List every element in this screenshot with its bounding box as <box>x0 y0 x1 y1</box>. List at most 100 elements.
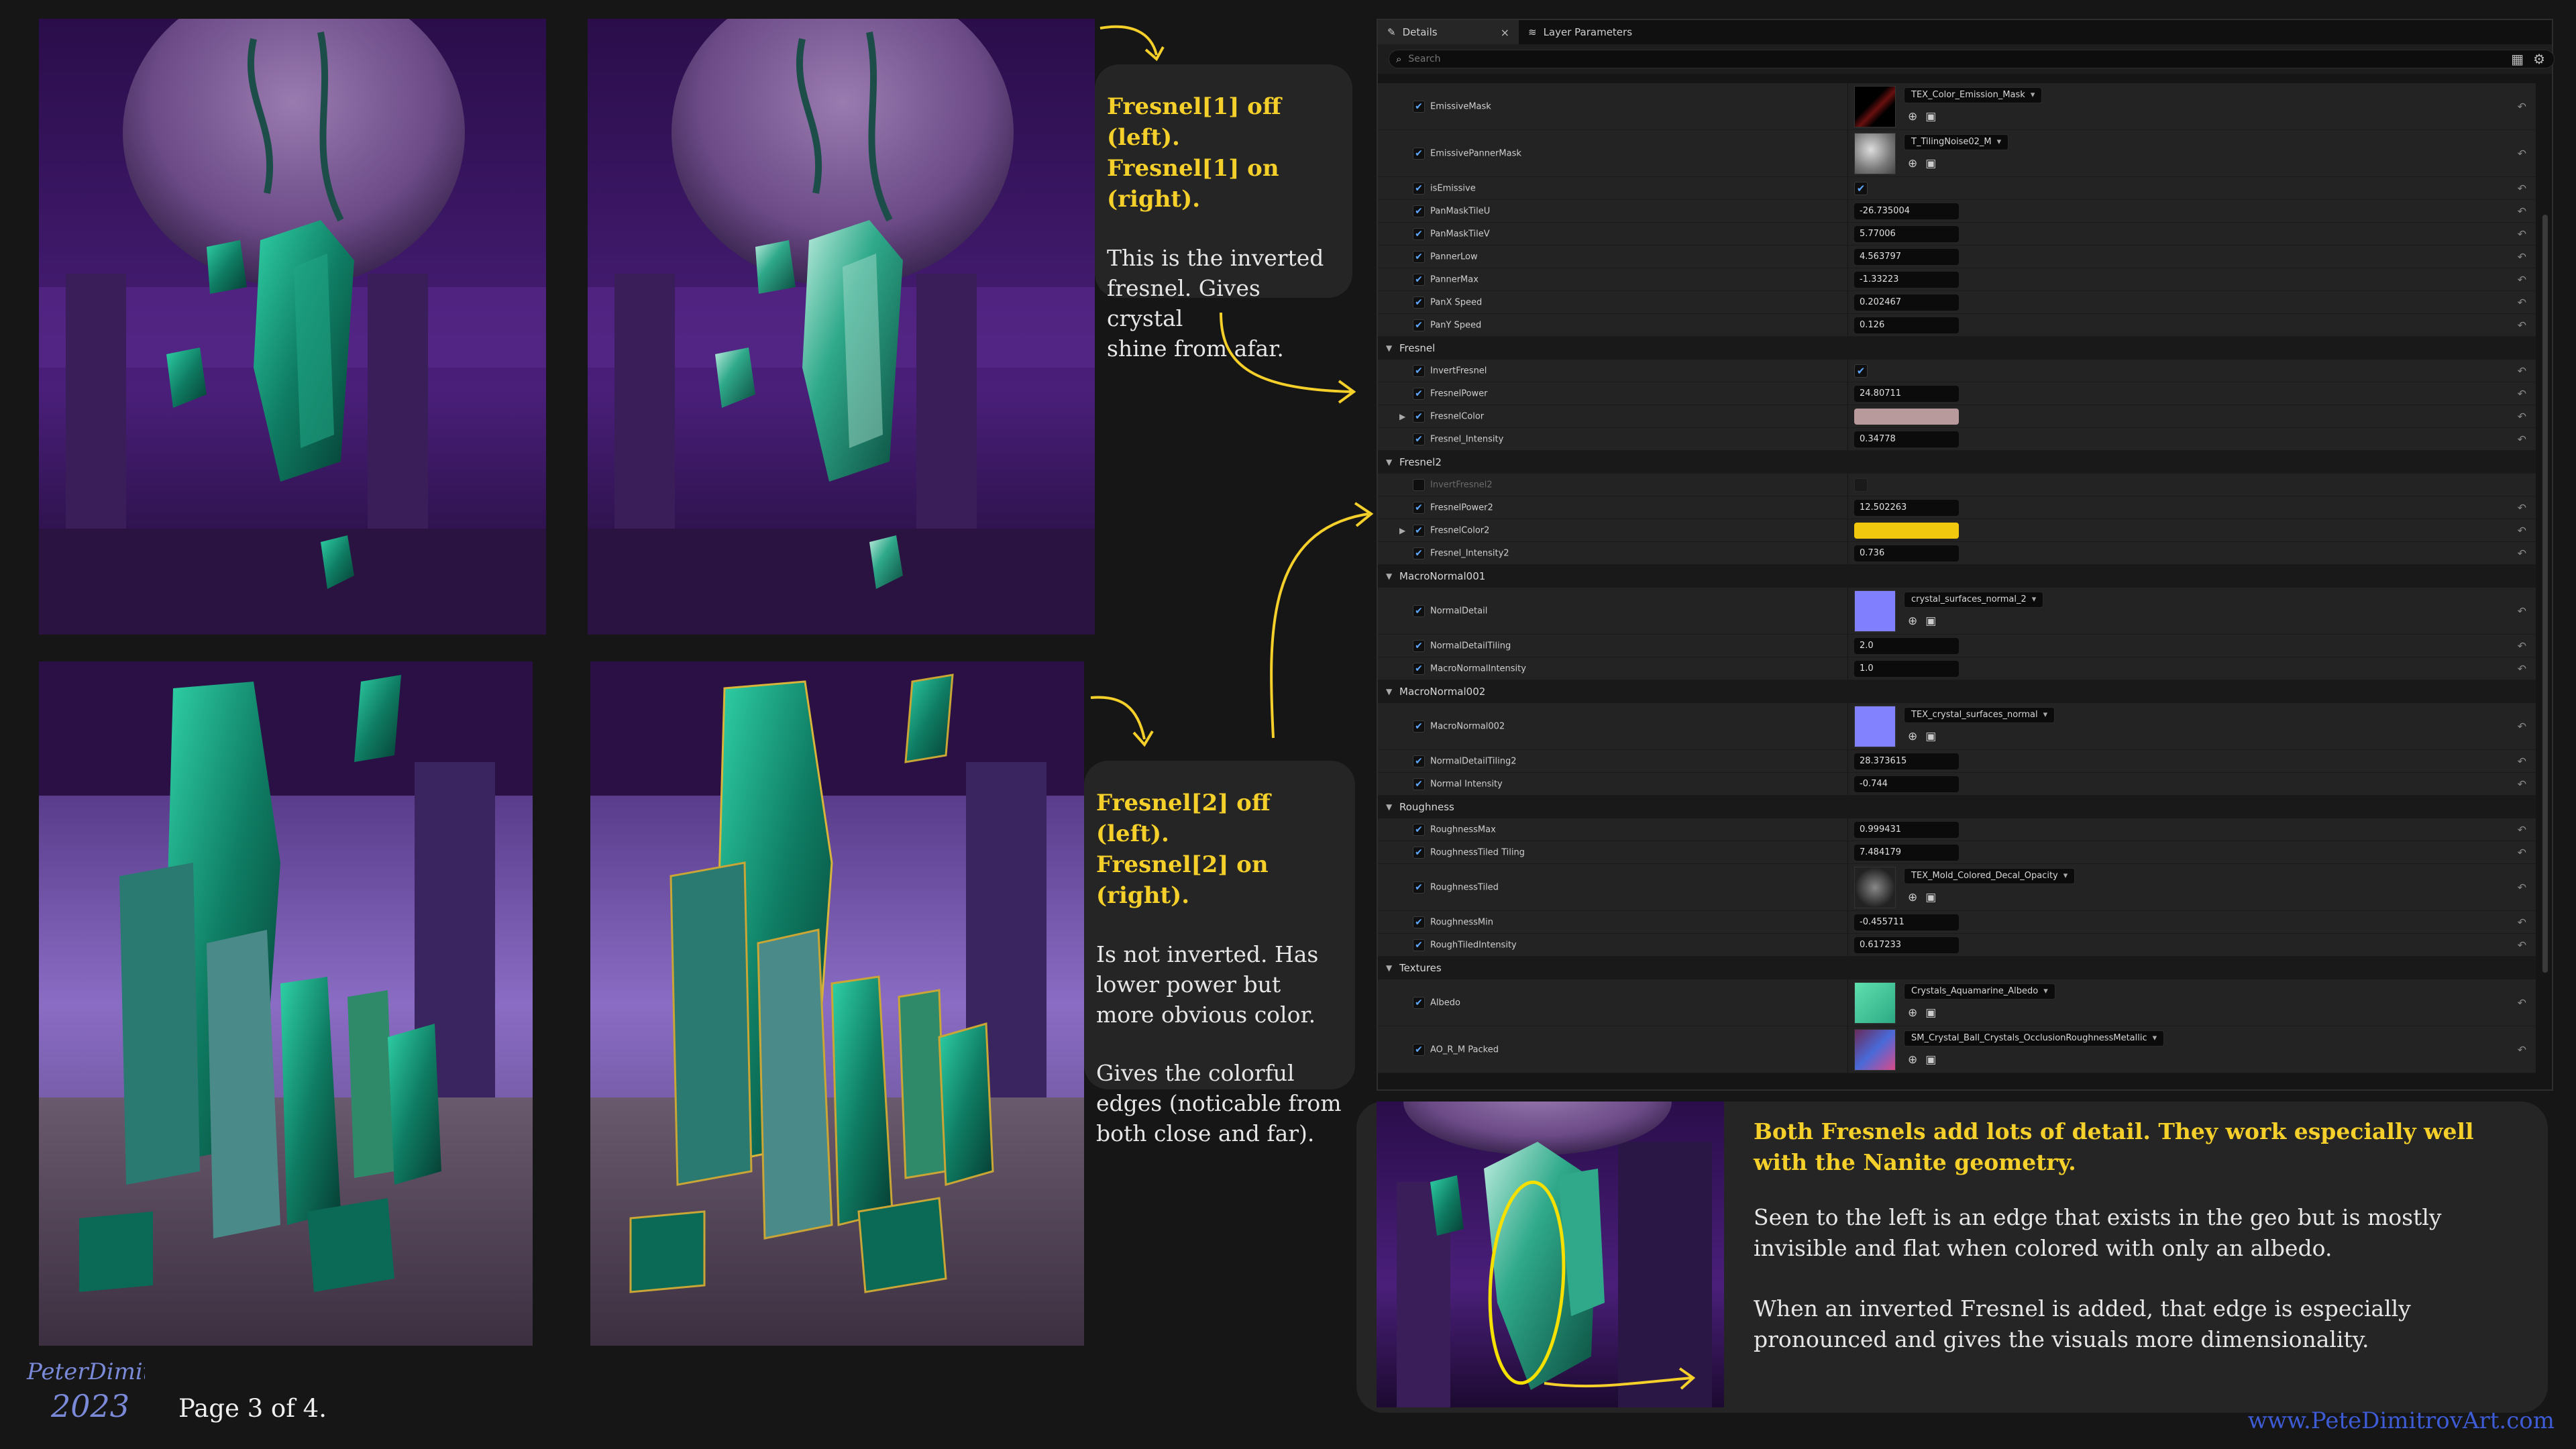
reset-arrow-icon[interactable]: ↶ <box>2518 720 2526 733</box>
override-checkbox[interactable]: ✔ <box>1413 319 1425 331</box>
value-field[interactable]: 0.202467 <box>1854 294 1959 311</box>
reset-arrow-icon[interactable]: ↶ <box>2518 364 2526 377</box>
value-field[interactable]: 0.736 <box>1854 545 1959 561</box>
override-checkbox[interactable]: ✔ <box>1413 296 1425 309</box>
value-field[interactable]: -0.744 <box>1854 775 1959 792</box>
reset-arrow-icon[interactable]: ↶ <box>2518 227 2526 240</box>
reset-arrow-icon[interactable]: ↶ <box>2518 182 2526 195</box>
expand-arrow-icon[interactable]: ▶ <box>1399 412 1405 421</box>
caret-down-icon[interactable]: ▼ <box>1386 963 1392 973</box>
caret-down-icon[interactable]: ▼ <box>1386 343 1392 353</box>
folder-icon[interactable]: ▣ <box>1925 730 1936 743</box>
override-checkbox[interactable]: ✔ <box>1413 182 1425 195</box>
asset-dropdown[interactable]: Crystals_Aquamarine_Albedo ▾ <box>1904 983 2055 1000</box>
reset-arrow-icon[interactable]: ↶ <box>2518 387 2526 400</box>
texture-thumbnail[interactable] <box>1854 705 1896 747</box>
texture-thumbnail[interactable] <box>1854 590 1896 632</box>
asset-dropdown[interactable]: SM_Crystal_Ball_Crystals_OcclusionRoughn… <box>1904 1030 2165 1046</box>
caret-down-icon[interactable]: ▼ <box>1386 572 1392 581</box>
reset-arrow-icon[interactable]: ↶ <box>2518 755 2526 767</box>
reset-arrow-icon[interactable]: ↶ <box>2518 823 2526 836</box>
override-checkbox[interactable]: ✔ <box>1413 273 1425 286</box>
caret-down-icon[interactable]: ▼ <box>1386 802 1392 812</box>
folder-icon[interactable]: ▣ <box>1925 157 1936 170</box>
value-field[interactable]: -26.735004 <box>1854 203 1959 219</box>
category-header[interactable]: ▼ Fresnel2 <box>1378 451 2536 474</box>
reset-arrow-icon[interactable]: ↶ <box>2518 501 2526 514</box>
folder-icon[interactable]: ▣ <box>1925 1053 1936 1067</box>
close-icon[interactable]: × <box>1501 26 1509 39</box>
override-checkbox[interactable]: ✔ <box>1413 777 1425 790</box>
value-field[interactable]: 28.373615 <box>1854 753 1959 769</box>
browse-icon[interactable]: ⊕ <box>1908 891 1917 904</box>
override-checkbox[interactable]: ✔ <box>1413 846 1425 859</box>
browse-icon[interactable]: ⊕ <box>1908 1006 1917 1020</box>
texture-thumbnail[interactable] <box>1854 981 1896 1024</box>
override-checkbox[interactable]: ✔ <box>1413 410 1425 423</box>
reset-arrow-icon[interactable]: ↶ <box>2518 938 2526 951</box>
folder-icon[interactable]: ▣ <box>1925 110 1936 123</box>
value-field[interactable]: 2.0 <box>1854 637 1959 654</box>
scrollbar[interactable] <box>2542 215 2548 973</box>
override-checkbox[interactable]: ✔ <box>1413 524 1425 537</box>
browse-icon[interactable]: ⊕ <box>1908 157 1917 170</box>
texture-thumbnail[interactable] <box>1854 132 1896 174</box>
reset-arrow-icon[interactable]: ↶ <box>2518 1043 2526 1056</box>
category-header[interactable]: ▼ Textures <box>1378 957 2536 979</box>
value-field[interactable]: 7.484179 <box>1854 844 1959 861</box>
reset-arrow-icon[interactable]: ↶ <box>2518 524 2526 537</box>
value-field[interactable]: 12.502263 <box>1854 499 1959 516</box>
override-checkbox[interactable]: ✔ <box>1413 387 1425 400</box>
reset-arrow-icon[interactable]: ↶ <box>2518 433 2526 445</box>
grid-view-icon[interactable]: ▦ <box>2511 51 2524 67</box>
search-input[interactable] <box>1408 54 2482 64</box>
value-field[interactable]: -1.33223 <box>1854 271 1959 288</box>
value-checkbox[interactable] <box>1854 478 1868 492</box>
tab-details[interactable]: ✎ Details × <box>1378 20 1519 44</box>
override-checkbox[interactable] <box>1413 478 1425 491</box>
override-checkbox[interactable]: ✔ <box>1413 639 1425 652</box>
value-field[interactable]: 4.563797 <box>1854 248 1959 265</box>
override-checkbox[interactable]: ✔ <box>1413 755 1425 767</box>
reset-arrow-icon[interactable]: ↶ <box>2518 662 2526 675</box>
override-checkbox[interactable]: ✔ <box>1413 604 1425 617</box>
category-header[interactable]: ▼ MacroNormal002 <box>1378 680 2536 703</box>
browse-icon[interactable]: ⊕ <box>1908 614 1917 628</box>
reset-arrow-icon[interactable]: ↶ <box>2518 410 2526 423</box>
value-field[interactable]: 0.34778 <box>1854 431 1959 447</box>
override-checkbox[interactable]: ✔ <box>1413 547 1425 559</box>
browse-icon[interactable]: ⊕ <box>1908 730 1917 743</box>
override-checkbox[interactable]: ✔ <box>1413 938 1425 951</box>
reset-arrow-icon[interactable]: ↶ <box>2518 639 2526 652</box>
asset-dropdown[interactable]: T_TilingNoise02_M ▾ <box>1904 134 2009 150</box>
folder-icon[interactable]: ▣ <box>1925 1006 1936 1020</box>
value-checkbox[interactable]: ✔ <box>1854 364 1868 378</box>
override-checkbox[interactable]: ✔ <box>1413 364 1425 377</box>
asset-dropdown[interactable]: crystal_surfaces_normal_2 ▾ <box>1904 592 2044 608</box>
value-checkbox[interactable]: ✔ <box>1854 181 1868 195</box>
override-checkbox[interactable]: ✔ <box>1413 662 1425 675</box>
value-field[interactable]: 24.80711 <box>1854 385 1959 402</box>
override-checkbox[interactable]: ✔ <box>1413 720 1425 733</box>
reset-arrow-icon[interactable]: ↶ <box>2518 846 2526 859</box>
gear-icon[interactable]: ⚙ <box>2533 51 2545 67</box>
texture-thumbnail[interactable] <box>1854 85 1896 127</box>
reset-arrow-icon[interactable]: ↶ <box>2518 604 2526 617</box>
override-checkbox[interactable]: ✔ <box>1413 250 1425 263</box>
asset-dropdown[interactable]: TEX_Color_Emission_Mask ▾ <box>1904 87 2043 103</box>
browse-icon[interactable]: ⊕ <box>1908 110 1917 123</box>
reset-arrow-icon[interactable]: ↶ <box>2518 250 2526 263</box>
override-checkbox[interactable]: ✔ <box>1413 433 1425 445</box>
asset-dropdown[interactable]: TEX_Mold_Colored_Decal_Opacity ▾ <box>1904 868 2076 884</box>
value-field[interactable]: 5.77006 <box>1854 225 1959 242</box>
override-checkbox[interactable]: ✔ <box>1413 227 1425 240</box>
override-checkbox[interactable]: ✔ <box>1413 147 1425 160</box>
value-field[interactable]: 0.126 <box>1854 317 1959 333</box>
reset-arrow-icon[interactable]: ↶ <box>2518 777 2526 790</box>
value-field[interactable]: 0.617233 <box>1854 936 1959 953</box>
browse-icon[interactable]: ⊕ <box>1908 1053 1917 1067</box>
value-field[interactable]: -0.455711 <box>1854 914 1959 930</box>
color-swatch[interactable] <box>1854 408 1959 425</box>
website-link[interactable]: www.PeteDimitrovArt.com <box>2248 1407 2555 1434</box>
reset-arrow-icon[interactable]: ↶ <box>2518 100 2526 113</box>
